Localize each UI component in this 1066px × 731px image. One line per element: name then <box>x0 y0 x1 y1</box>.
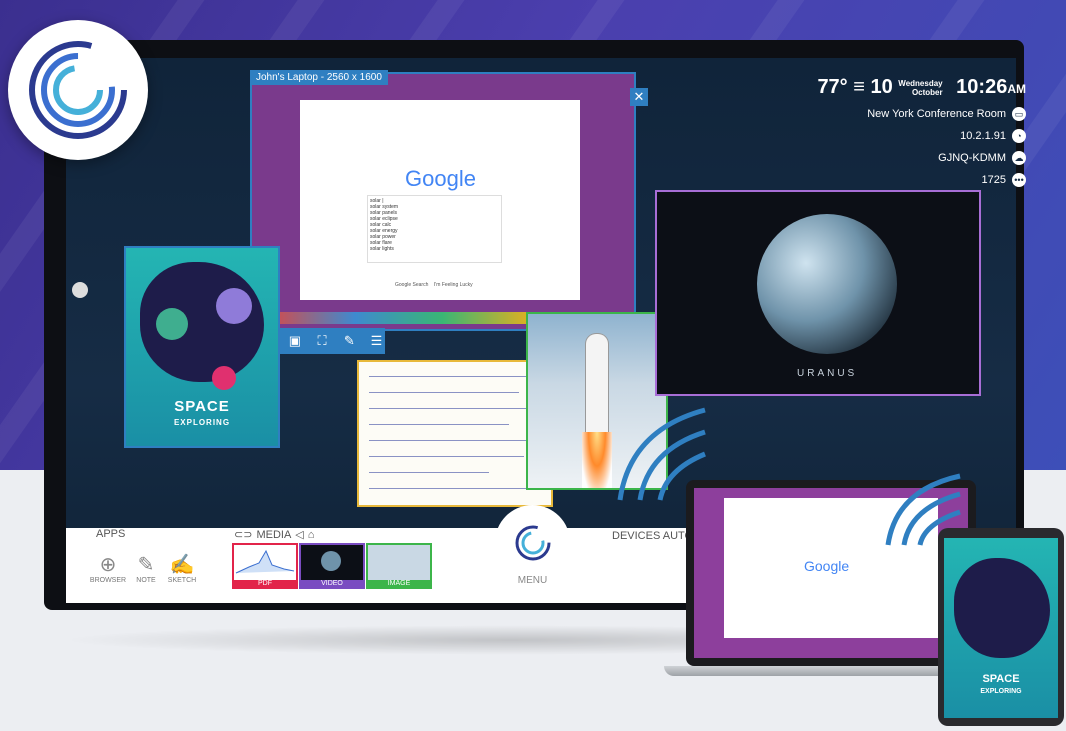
home-icon[interactable]: ⌂ <box>308 529 315 541</box>
screen-icon: ▭ <box>1012 107 1026 121</box>
fullscreen-icon[interactable]: ⛶ <box>314 333 331 349</box>
clock-ampm: AM <box>1007 82 1026 96</box>
brand-logo-icon <box>29 41 127 139</box>
weekday: Wednesday <box>898 78 943 88</box>
laptop-google-logo: Google <box>804 558 850 574</box>
uranus-planet <box>757 214 897 354</box>
menu-label: MENU <box>517 575 548 586</box>
tablet-title: SPACE <box>982 673 1020 685</box>
clock: 10:26 <box>956 76 1008 98</box>
image-label: IMAGE <box>368 580 430 587</box>
cloud-icon: ☁ <box>1012 151 1026 165</box>
note-line <box>369 488 529 489</box>
note-line <box>369 440 539 441</box>
note-app-label: NOTE <box>136 577 156 584</box>
shared-window-title[interactable]: John's Laptop - 2560 x 1600 <box>250 70 388 85</box>
note-line <box>369 456 524 457</box>
media-toggle-icon[interactable]: ⊂⊃ <box>234 528 252 541</box>
room-name: New York Conference Room <box>867 108 1006 120</box>
note-line <box>369 392 519 393</box>
wifi-row: GJNQ-KDMM ☁ <box>817 151 1026 165</box>
sketch-app-button[interactable]: ✍ SKETCH <box>160 552 204 584</box>
note-line <box>369 424 509 425</box>
poster-title: SPACE <box>174 398 230 415</box>
pdf-label: PDF <box>234 580 296 587</box>
share-icon[interactable]: ◁ <box>295 528 303 541</box>
wifi-name: GJNQ-KDMM <box>938 152 1006 164</box>
date-block: Wednesday October <box>898 79 942 97</box>
brand-logo <box>8 20 148 160</box>
apps-label: APPS <box>96 528 126 540</box>
ip-address: 10.2.1.91 <box>960 130 1006 142</box>
camera-icon[interactable]: ▣ <box>286 333 303 349</box>
pen-icon[interactable]: ✎ <box>341 333 358 349</box>
pdf-thumbnail[interactable]: PDF <box>232 543 298 589</box>
google-search-button[interactable]: Google Search <box>395 282 428 288</box>
media-header: ⊂⊃ MEDIA ◁ ⌂ <box>234 528 315 542</box>
video-thumbnail[interactable]: VIDEO <box>299 543 365 589</box>
sketch-app-label: SKETCH <box>167 577 197 584</box>
devices-label: DEVICES <box>612 530 661 542</box>
month: October <box>911 87 943 97</box>
media-label: MEDIA <box>256 528 292 541</box>
video-label: VIDEO <box>301 580 363 587</box>
browser-app-label: BROWSER <box>89 577 127 584</box>
tablet-device: SPACE EXPLORING <box>938 528 1064 726</box>
image-thumbnail[interactable]: IMAGE <box>366 543 432 589</box>
weather-time: 77° ≡ 10 Wednesday October 10:26AM <box>817 76 1026 99</box>
pdf-chart-preview <box>235 549 295 574</box>
poster-planet <box>212 366 236 390</box>
shuttle <box>586 334 608 434</box>
close-icon[interactable]: ✕ <box>630 88 648 106</box>
note-line <box>369 408 534 409</box>
handwritten-notes-card[interactable] <box>357 360 553 507</box>
uranus-label: URANUS <box>797 368 858 379</box>
note-line <box>369 376 539 377</box>
palette-icon[interactable] <box>72 282 88 298</box>
feeling-lucky-button[interactable]: I'm Feeling Lucky <box>434 282 473 288</box>
day-number: 10 <box>870 76 893 98</box>
tablet-galaxy <box>954 558 1050 658</box>
google-logo: Google <box>405 166 476 192</box>
more-icon: ••• <box>1012 173 1026 187</box>
sketch-icon: ✍ <box>169 554 195 576</box>
tablet-subtitle: EXPLORING <box>980 688 1022 695</box>
room-row: New York Conference Room ▭ <box>817 107 1026 121</box>
search-suggestions[interactable]: solar | solar system solar panels solar … <box>367 195 502 263</box>
weather-icon: ≡ <box>853 76 865 98</box>
space-poster-card[interactable]: SPACE EXPLORING <box>124 246 280 448</box>
suggestion-item[interactable]: solar lights <box>370 246 499 252</box>
access-code: 1725 <box>981 174 1006 186</box>
code-row: 1725 ••• <box>817 173 1026 187</box>
temperature: 77° <box>817 76 848 98</box>
note-line <box>369 472 489 473</box>
uranus-image-card[interactable]: URANUS <box>655 190 981 396</box>
list-icon[interactable]: ☰ <box>368 333 385 349</box>
wifi-icon: ◔ <box>1012 129 1026 143</box>
google-logo-text: Google <box>405 166 476 191</box>
video-planet-preview <box>321 551 341 571</box>
poster-planet <box>216 288 252 324</box>
poster-subtitle: EXPLORING <box>173 418 231 427</box>
devices-header: DEVICES AUTO <box>612 530 693 542</box>
menu-button[interactable]: MENU <box>495 505 570 590</box>
search-buttons: Google Search I'm Feeling Lucky <box>395 282 473 288</box>
poster-planet <box>156 308 188 340</box>
menu-logo-icon <box>515 525 550 561</box>
status-panel: 77° ≡ 10 Wednesday October 10:26AM New Y… <box>817 76 1026 187</box>
ip-row: 10.2.1.91 ◔ <box>817 129 1026 143</box>
shuttle-flame <box>582 432 612 488</box>
tablet-screen: SPACE EXPLORING <box>944 538 1058 718</box>
